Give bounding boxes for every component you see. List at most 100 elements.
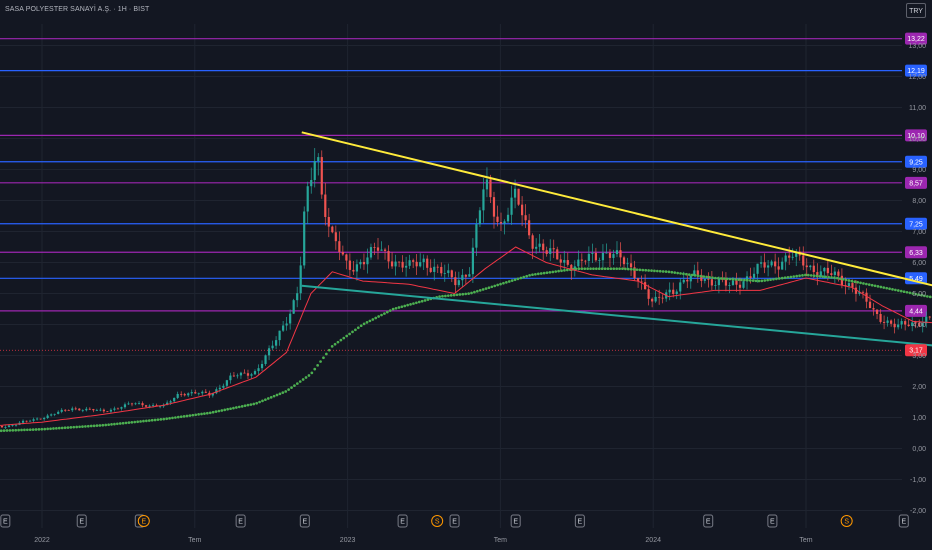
price-chart[interactable]: 13,2212,1910,109,258,577,256,335,494,44 … xyxy=(0,0,932,550)
ma-dot xyxy=(8,429,12,432)
candle-body xyxy=(134,403,137,405)
split-marker-letter: S xyxy=(435,519,440,526)
last-price-line: 3,17 xyxy=(0,344,927,357)
ma-dot xyxy=(481,288,485,291)
ma-dot xyxy=(237,405,241,409)
ma-dot xyxy=(127,421,131,424)
candle-body xyxy=(809,265,812,268)
currency-button[interactable]: TRY xyxy=(906,3,926,18)
candle-body xyxy=(285,323,288,326)
event-markers[interactable]: EEEEEEEEEEEEEEESS xyxy=(0,514,932,528)
candle-body xyxy=(116,408,120,410)
candle-body xyxy=(447,270,450,274)
candle-body xyxy=(577,259,580,267)
level-label: 8,57 xyxy=(909,180,923,187)
ma-dot xyxy=(716,276,720,280)
candle-body xyxy=(461,274,464,281)
ma-dot xyxy=(34,428,38,431)
ma-dot xyxy=(847,279,851,282)
candle-body xyxy=(257,368,260,372)
ma-dot xyxy=(301,378,305,381)
ma-dot xyxy=(356,326,360,330)
ma-dot xyxy=(464,292,468,296)
y-tick-label: -1,00 xyxy=(910,477,926,484)
candle-body xyxy=(32,419,35,421)
ma-dot xyxy=(121,421,125,425)
candle-body xyxy=(538,243,541,247)
candle-body xyxy=(429,267,432,272)
ma-dot xyxy=(130,420,134,424)
candle-body xyxy=(587,253,590,261)
earnings-event-marker[interactable]: E xyxy=(510,514,521,528)
earnings-event-marker[interactable]: E xyxy=(574,514,585,528)
candle-body xyxy=(50,414,53,416)
ma-dot xyxy=(838,277,842,281)
ema-line xyxy=(0,246,932,426)
ma-dot xyxy=(728,277,732,281)
ma-dot xyxy=(554,270,558,273)
earnings-event-marker[interactable]: E xyxy=(397,514,408,528)
ma-dot xyxy=(298,380,302,383)
split-event-marker[interactable]: S xyxy=(840,515,853,527)
ma-dot xyxy=(493,284,497,288)
earnings-event-marker[interactable]: E xyxy=(767,514,778,528)
candle-body xyxy=(879,313,882,322)
candle-body xyxy=(422,258,425,263)
candle-body xyxy=(141,403,144,406)
earnings-event-marker[interactable]: E xyxy=(0,514,11,528)
split-event-marker[interactable]: E xyxy=(137,515,150,527)
candle-body xyxy=(218,387,221,390)
ma-dot xyxy=(156,418,160,422)
candle-body xyxy=(524,215,527,221)
ma-dot xyxy=(461,292,465,296)
ma-dot xyxy=(438,295,441,298)
ma-dot xyxy=(470,291,473,295)
ma-dot xyxy=(147,419,151,422)
candle-body xyxy=(496,216,499,223)
candle-body xyxy=(243,372,246,374)
candle-body xyxy=(890,320,893,324)
ma-dot xyxy=(223,408,227,412)
ma-dot xyxy=(258,400,261,404)
earnings-event-marker[interactable]: E xyxy=(76,514,87,528)
candle-body xyxy=(426,258,429,268)
candle-body xyxy=(594,252,597,261)
ma-dot xyxy=(23,428,26,432)
candle-body xyxy=(303,211,306,266)
ma-dot xyxy=(205,411,209,415)
candle-body xyxy=(397,261,401,263)
ma-dot xyxy=(368,319,372,323)
ma-dot xyxy=(496,283,499,287)
earnings-marker-letter: E xyxy=(770,519,775,526)
earnings-event-marker[interactable]: E xyxy=(299,514,310,528)
ma-dot xyxy=(661,270,665,273)
ma-dot xyxy=(751,279,755,282)
ma-dot xyxy=(95,424,99,428)
candle-body xyxy=(123,404,127,408)
ma-dot xyxy=(72,425,76,429)
ma-dot xyxy=(696,274,700,278)
ma-dot xyxy=(795,274,799,278)
earnings-event-marker[interactable]: E xyxy=(449,514,460,528)
candle-body xyxy=(274,340,278,346)
earnings-event-marker[interactable]: E xyxy=(703,514,714,528)
earnings-event-marker[interactable]: E xyxy=(235,514,246,528)
ma-dot xyxy=(351,330,354,334)
candle-body xyxy=(292,300,295,314)
ma-dot xyxy=(388,309,392,312)
ma-dot xyxy=(772,277,775,281)
ma-dot xyxy=(629,267,633,271)
ma-dot xyxy=(676,271,679,275)
ma-dot xyxy=(502,281,505,285)
ma-dot xyxy=(896,289,900,292)
candle-body xyxy=(380,249,383,251)
ma-dot xyxy=(60,426,64,430)
ma-dot xyxy=(362,322,366,326)
earnings-event-marker[interactable]: E xyxy=(898,514,909,528)
ma-dot xyxy=(792,275,796,278)
y-tick-label: 8,00 xyxy=(912,198,926,205)
ma-dot xyxy=(653,269,656,273)
ma-dot xyxy=(255,401,259,405)
split-event-marker[interactable]: S xyxy=(431,515,444,527)
ma-dot xyxy=(107,423,110,427)
